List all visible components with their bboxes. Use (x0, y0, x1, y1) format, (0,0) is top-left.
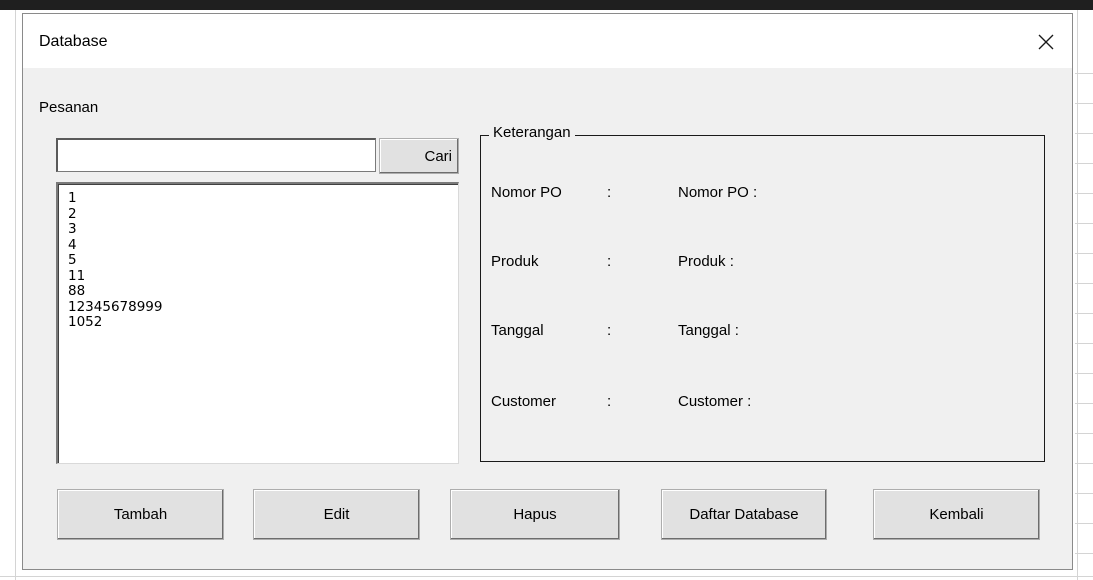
daftar-database-button[interactable]: Daftar Database (661, 489, 827, 540)
grid-line (1075, 493, 1093, 494)
close-icon (1038, 34, 1054, 50)
keterangan-label: Keterangan (489, 124, 575, 141)
grid-line (1075, 463, 1093, 464)
hapus-button[interactable]: Hapus (450, 489, 620, 540)
grid-line (1075, 343, 1093, 344)
list-item[interactable]: 1052 (68, 314, 458, 331)
order-listbox[interactable]: 1 2 3 4 5 11 88 12345678999 1052 (56, 182, 459, 464)
grid-line (1075, 73, 1093, 74)
list-item[interactable]: 12345678999 (68, 299, 458, 316)
grid-line (1075, 283, 1093, 284)
grid-line (1075, 523, 1093, 524)
nomor-po-label: Nomor PO (491, 184, 562, 201)
database-dialog: Database Pesanan Cari 1 2 3 4 5 11 88 12… (22, 13, 1073, 570)
grid-line (1075, 223, 1093, 224)
produk-value: Produk : (678, 253, 734, 270)
keterangan-groupbox (480, 135, 1045, 462)
tambah-button[interactable]: Tambah (57, 489, 224, 540)
list-item[interactable]: 4 (68, 237, 458, 254)
tanggal-colon: : (607, 322, 612, 339)
title-bar: Database (23, 14, 1072, 68)
search-input[interactable] (56, 138, 376, 172)
nomor-po-colon: : (607, 184, 612, 201)
grid-line (1075, 433, 1093, 434)
produk-label: Produk (491, 253, 539, 270)
tanggal-label: Tanggal (491, 322, 544, 339)
close-button[interactable] (1026, 24, 1066, 60)
list-item[interactable]: 1 (68, 190, 458, 207)
grid-line (0, 576, 1093, 577)
edit-button[interactable]: Edit (253, 489, 420, 540)
grid-line (1075, 553, 1093, 554)
customer-colon: : (607, 393, 612, 410)
cari-button[interactable]: Cari (379, 138, 459, 174)
produk-colon: : (607, 253, 612, 270)
customer-label: Customer (491, 393, 557, 410)
kembali-button[interactable]: Kembali (873, 489, 1040, 540)
list-item[interactable]: 88 (68, 283, 458, 300)
grid-line (1075, 373, 1093, 374)
list-item[interactable]: 5 (68, 252, 458, 269)
nomor-po-value: Nomor PO : (678, 184, 758, 201)
tanggal-value: Tanggal : (678, 322, 739, 339)
grid-line (1077, 10, 1078, 580)
grid-line (1075, 163, 1093, 164)
grid-line (1075, 253, 1093, 254)
grid-line (15, 10, 16, 580)
grid-line (1075, 103, 1093, 104)
grid-line (1075, 133, 1093, 134)
excel-top-bar (0, 0, 1093, 10)
grid-line (1075, 193, 1093, 194)
list-item[interactable]: 2 (68, 206, 458, 223)
pesanan-label: Pesanan (39, 99, 99, 116)
window-title: Database (39, 33, 108, 50)
grid-line (1075, 313, 1093, 314)
grid-line (1075, 403, 1093, 404)
list-item[interactable]: 11 (68, 268, 458, 285)
list-item[interactable]: 3 (68, 221, 458, 238)
customer-value: Customer : (678, 393, 752, 410)
